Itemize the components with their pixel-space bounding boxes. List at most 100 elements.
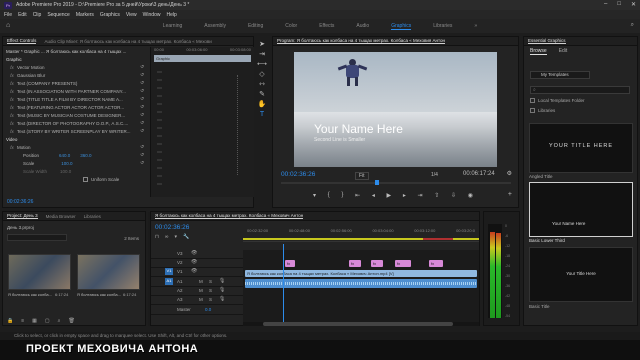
template-angled-title[interactable]: YOUR TITLE HERE [529,123,633,173]
master-clip-selector[interactable]: Master * Graphic ... Я болтаюсь как колб… [3,47,148,55]
timeline-sequence-tab[interactable]: Я болтаюсь как колбаса на 4 тыщах метрах… [155,213,304,219]
selection-tool-icon[interactable]: ➤ [257,40,267,50]
lock-icon[interactable]: 🔒 [7,318,13,324]
add-marker-icon[interactable]: ▾ [174,234,177,240]
reset-icon[interactable]: ↺ [140,88,144,94]
position-y-value[interactable]: 360.0 [80,153,91,158]
timeline-scrollbar[interactable] [243,322,479,326]
solo-button[interactable]: S [209,279,212,284]
eye-icon[interactable]: 👁 [191,259,197,265]
effect-row[interactable]: fx Text (COMPANY PRESENTS) ↺ [3,79,148,87]
reset-icon[interactable]: ↺ [140,112,144,118]
step-forward-icon[interactable]: ▸ [403,192,406,199]
mute-button[interactable]: M [199,297,203,302]
razor-tool-icon[interactable]: ◇ [257,70,267,80]
fx-icon[interactable]: fx [7,113,17,118]
tab-browse[interactable]: Browse [530,48,547,55]
tab-media-browser[interactable]: Media Browser [46,214,76,219]
maximize-button[interactable]: □ [617,1,621,8]
linked-selection-icon[interactable]: ∞ [165,234,169,240]
mark-out-icon[interactable]: } [341,192,343,199]
snap-icon[interactable]: ⊓ [155,234,159,240]
project-search-input[interactable] [7,234,67,241]
lower-third-subtitle[interactable]: Second Line is Smaller [314,137,365,143]
reset-icon[interactable]: ↺ [140,144,144,150]
project-sequence-thumbnail[interactable] [77,254,140,290]
extract-icon[interactable]: ⇩ [451,192,456,199]
minimize-button[interactable]: – [604,1,607,8]
menu-window[interactable]: Window [143,12,161,18]
add-marker-icon[interactable]: ▾ [313,192,316,199]
fx-icon[interactable]: fx [7,89,17,94]
lower-third-title[interactable]: Your Name Here [314,122,403,136]
eye-icon[interactable]: 👁 [191,250,197,256]
reset-icon[interactable]: ↺ [140,120,144,126]
pen-tool-icon[interactable]: ✎ [257,90,267,100]
template-basic-title[interactable]: Your Title Here [529,247,633,302]
search-icon[interactable]: ⌕ [58,318,61,324]
program-playhead[interactable] [375,180,379,185]
template-basic-lower-third[interactable]: Your Name Here [529,182,633,237]
graphic-clip[interactable]: fx [429,260,443,267]
effect-row[interactable]: fx Vector Motion ↺ [3,63,148,71]
go-to-out-icon[interactable]: ⇥ [418,192,423,199]
local-templates-checkbox[interactable] [530,98,535,103]
ec-current-time[interactable]: 00:02:36:26 [7,199,33,205]
effect-row[interactable]: fx Text (MUSIC BY MUSICIAN COSTUME DESIGN… [3,111,148,119]
libraries-checkbox[interactable] [530,108,535,113]
voiceover-mic-icon[interactable]: 🎙 [219,296,225,302]
project-clip-thumbnail[interactable] [8,254,71,290]
track-v2-label[interactable]: V2 [177,260,183,265]
type-tool-icon[interactable]: T [257,110,267,120]
new-item-icon[interactable]: ▢ [45,318,50,324]
reset-icon[interactable]: ↺ [140,104,144,110]
effect-row[interactable]: fx Text (FEATURING ACTOR ACTOR ACTOR ACTO… [3,103,148,111]
fx-icon[interactable]: fx [7,65,17,70]
effect-row[interactable]: fx Text (STORY BY WRITER SCREENPLAY BY WR… [3,127,148,135]
close-button[interactable]: ✕ [631,1,636,8]
menu-file[interactable]: File [4,12,12,18]
timeline-timecode[interactable]: 00:02:36:26 [155,224,189,231]
hand-tool-icon[interactable]: ✋ [257,100,267,110]
effect-row[interactable]: fx Text (TITLE TITLE A FILM BY DIRECTOR N… [3,95,148,103]
reset-icon[interactable]: ↺ [140,80,144,86]
search-help-icon[interactable]: ⌕ [631,22,634,29]
mark-in-icon[interactable]: { [328,192,330,199]
track-area[interactable]: fx fx fx fx fx Я болтаюсь как колбаса на… [243,244,479,322]
source-patch-v1[interactable]: V1 [165,268,173,275]
fx-icon[interactable]: fx [7,97,17,102]
go-to-in-icon[interactable]: ⇤ [355,192,360,199]
settings-wrench-icon[interactable]: ⚙ [507,170,512,177]
reset-icon[interactable]: ↺ [140,152,144,158]
tab-edit[interactable]: Edit [559,48,568,55]
lift-icon[interactable]: ⇧ [434,192,439,199]
workspace-assembly[interactable]: Assembly [204,23,226,29]
workspace-learning[interactable]: Learning [163,23,182,29]
voiceover-mic-icon[interactable]: 🎙 [219,287,225,293]
workspace-audio[interactable]: Audio [356,23,369,29]
fx-icon[interactable]: fx [7,81,17,86]
playback-resolution[interactable]: 1/4 [431,172,438,178]
fx-icon[interactable]: fx [7,121,17,126]
add-button-icon[interactable]: + [508,191,512,198]
step-back-icon[interactable]: ◂ [372,192,375,199]
mute-button[interactable]: M [199,288,203,293]
track-v1-label[interactable]: V1 [177,269,183,274]
menu-clip[interactable]: Clip [33,12,42,18]
mute-button[interactable]: M [199,279,203,284]
workspace-color[interactable]: Color [285,23,297,29]
templates-search-input[interactable]: ⌕ [530,86,630,94]
track-a2-label[interactable]: A2 [177,288,183,293]
eye-icon[interactable]: 👁 [191,268,197,274]
timeline-settings-icon[interactable]: 🔧 [183,234,189,240]
effect-row[interactable]: fx Text (DIRECTOR OF PHOTOGRAPHY D.O.P., … [3,119,148,127]
workspace-graphics[interactable]: Graphics [391,23,412,30]
audio-clip-a1[interactable] [245,279,477,288]
reset-icon[interactable]: ↺ [140,128,144,134]
fx-icon[interactable]: fx [7,73,17,78]
fx-icon[interactable]: fx [7,105,17,110]
template-source-dropdown[interactable]: My Templates [530,71,590,79]
graphic-clip[interactable]: fx [371,260,383,267]
solo-button[interactable]: S [209,297,212,302]
program-timecode[interactable]: 00:02:36:26 [281,171,315,178]
